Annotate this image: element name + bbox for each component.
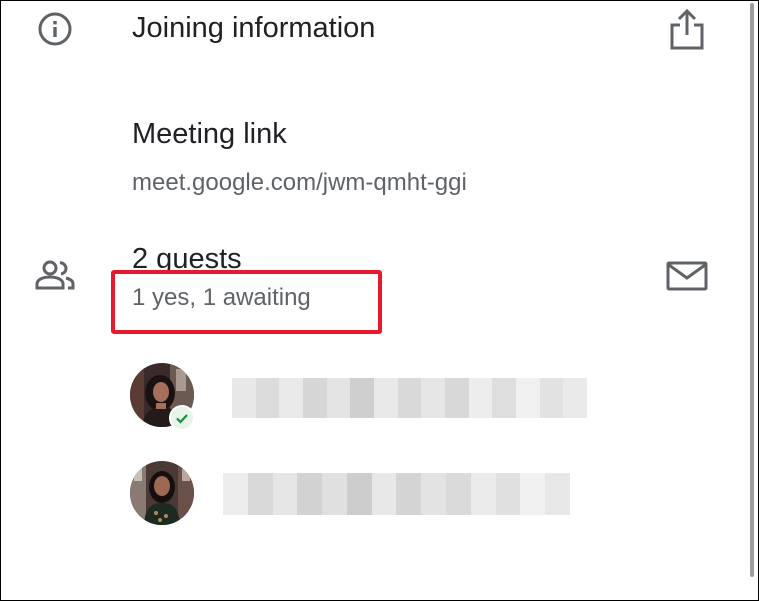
event-details-panel: Joining information Meeting link meet.go… xyxy=(0,0,759,601)
people-icon xyxy=(35,259,75,291)
guest-list-item[interactable] xyxy=(130,461,194,525)
share-icon[interactable] xyxy=(667,7,707,51)
guest-name-redacted xyxy=(223,473,570,515)
joining-info-title: Joining information xyxy=(132,12,376,44)
email-icon[interactable] xyxy=(666,261,708,291)
meeting-link-url[interactable]: meet.google.com/jwm-qmht-ggi xyxy=(132,167,467,199)
scrollbar[interactable] xyxy=(750,3,754,577)
accepted-check-icon xyxy=(169,405,195,431)
avatar xyxy=(130,461,194,525)
info-icon xyxy=(37,11,73,47)
highlight-box xyxy=(111,270,382,334)
guest-name-redacted xyxy=(232,378,588,418)
meeting-link-label: Meeting link xyxy=(132,118,287,150)
guest-list-item[interactable] xyxy=(130,363,195,431)
